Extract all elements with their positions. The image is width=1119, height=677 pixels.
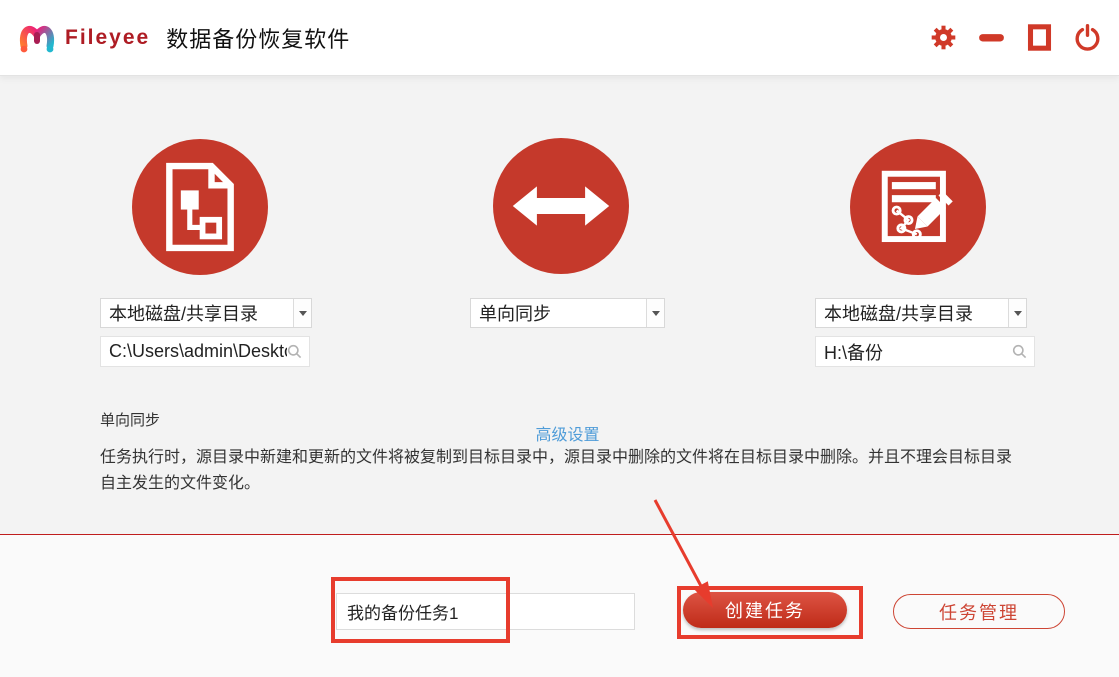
advanced-settings-link[interactable]: 高级设置 [470,421,665,445]
sync-mode-circle [493,138,629,274]
create-task-button[interactable]: 创建任务 [683,592,847,628]
target-path-value: H:\备份 [824,342,884,363]
fileyee-logo-icon [19,25,55,52]
chevron-down-icon [646,299,664,327]
browse-search-icon[interactable] [1012,344,1027,359]
task-name-input[interactable] [336,593,635,630]
brand-name: Fileyee [65,25,151,49]
settings-gear-icon[interactable] [930,24,957,51]
app-window: Fileyee 数据备份恢复软件 本地磁盘/共享目录 C:\Users\admi… [0,0,1119,677]
window-controls [930,24,1101,51]
browse-search-icon[interactable] [287,344,302,359]
source-path-field[interactable]: C:\Users\admin\Deskto [100,336,310,367]
title-bar: Fileyee 数据备份恢复软件 [0,0,1119,75]
source-file-icon [166,162,234,252]
target-circle [850,139,986,275]
chevron-down-icon [293,299,311,327]
sync-mode-description: 任务执行时，源目录中新建和更新的文件将被复制到目标目录中，源目录中删除的文件将在… [100,449,1013,492]
sync-mode-value: 单向同步 [479,304,551,324]
double-arrow-icon [512,186,610,226]
source-type-value: 本地磁盘/共享目录 [109,304,259,324]
minimize-icon[interactable] [978,24,1005,51]
edit-document-icon [881,170,953,243]
source-circle [132,139,268,275]
manage-tasks-button[interactable]: 任务管理 [893,594,1065,629]
maximize-icon[interactable] [1026,24,1053,51]
app-title: 数据备份恢复软件 [166,26,351,52]
sync-mode-heading: 单向同步 [100,412,161,429]
sync-mode-select[interactable]: 单向同步 [470,298,665,328]
source-path-value: C:\Users\admin\Deskto [109,341,287,361]
target-type-value: 本地磁盘/共享目录 [824,304,974,324]
close-power-icon[interactable] [1074,24,1101,51]
source-type-select[interactable]: 本地磁盘/共享目录 [100,298,312,328]
target-path-field[interactable]: H:\备份 [815,336,1035,367]
target-type-select[interactable]: 本地磁盘/共享目录 [815,298,1027,328]
chevron-down-icon [1008,299,1026,327]
